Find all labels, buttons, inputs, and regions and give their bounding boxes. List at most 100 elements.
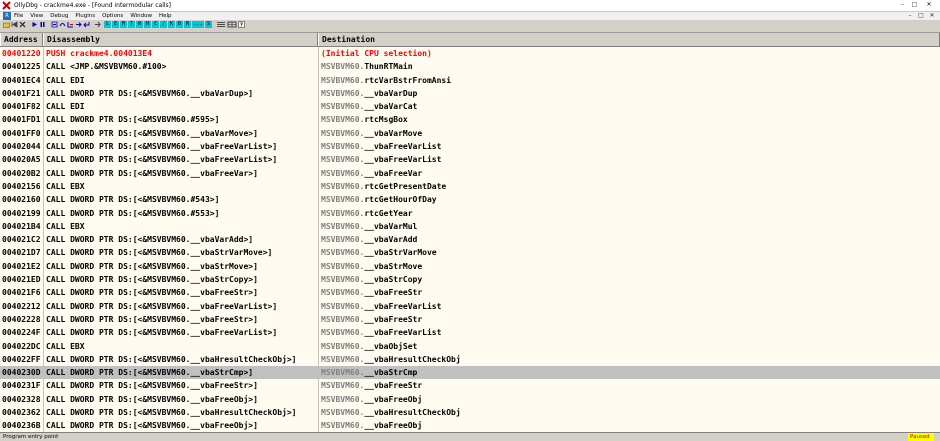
table-row[interactable]: 00402328 CALL DWORD PTR DS:[<&MSVBVM60.__… <box>0 393 940 406</box>
step-into-icon[interactable] <box>51 21 58 28</box>
table-row[interactable]: 0040231F CALL DWORD PTR DS:[<&MSVBVM60.__… <box>0 379 940 392</box>
title-bar: OllyDbg - crackme4.exe - [Found intermod… <box>0 0 940 12</box>
list-icon[interactable] <box>216 21 226 28</box>
maximize-button[interactable]: □ <box>910 1 919 9</box>
row-destination: MSVBVM60.__vbaFreeStr <box>321 286 921 299</box>
destination-function: (Initial CPU selection) <box>321 49 432 58</box>
table-row[interactable]: 00401220 PUSH crackme4.004013E4 (Initial C… <box>0 47 940 60</box>
table-row[interactable]: 00402228 CALL DWORD PTR DS:[<&MSVBVM60.__… <box>0 313 940 326</box>
run-icon[interactable] <box>31 21 38 28</box>
run-trace-window-button[interactable]: ... <box>192 21 204 28</box>
table-row[interactable]: 00402044 CALL DWORD PTR DS:[<&MSVBVM60.__… <box>0 140 940 153</box>
menu-help[interactable]: Help <box>159 12 172 20</box>
table-row[interactable]: 00401225 CALL <JMP.&MSVBVM60.#100> MSVBVM6… <box>0 60 940 73</box>
table-row[interactable]: 00401F82 CALL EDI MSVBVM60.__vbaVarCat <box>0 100 940 113</box>
table-row[interactable]: 004021F6 CALL DWORD PTR DS:[<&MSVBVM60.__… <box>0 286 940 299</box>
threads-window-button[interactable]: T <box>128 21 135 28</box>
destination-module: MSVBVM60. <box>321 235 365 245</box>
destination-function: __vbaHresultCheckObj <box>364 354 461 364</box>
minimize-button[interactable]: – <box>898 1 907 9</box>
close-window-button[interactable]: ✕ <box>922 1 936 9</box>
table-row[interactable]: 004020B2 CALL DWORD PTR DS:[<&MSVBVM60.__… <box>0 167 940 180</box>
table-row[interactable]: 004020A5 CALL DWORD PTR DS:[<&MSVBVM60.__… <box>0 153 940 166</box>
destination-module: MSVBVM60. <box>321 275 365 285</box>
destination-module: MSVBVM60. <box>321 408 365 418</box>
table-row[interactable]: 004021B4 CALL EBX MSVBVM60.__vbaVarMul <box>0 220 940 233</box>
table-row[interactable]: 00401FF0 CALL DWORD PTR DS:[<&MSVBVM60.__… <box>0 127 940 140</box>
table-row[interactable]: 00402156 CALL EBX MSVBVM60.rtcGetPresentDa… <box>0 180 940 193</box>
pause-icon[interactable] <box>39 21 46 28</box>
table-row[interactable]: 00402199 CALL DWORD PTR DS:[<&MSVBVM60.#5… <box>0 207 940 220</box>
table-row[interactable]: 00401EC4 CALL EDI MSVBVM60.rtcVarBstrFromA… <box>0 74 940 87</box>
modules-window-button[interactable]: E <box>112 21 119 28</box>
destination-module: MSVBVM60. <box>321 195 365 205</box>
table-row[interactable]: 00402212 CALL DWORD PTR DS:[<&MSVBVM60.__… <box>0 300 940 313</box>
destination-function: __vbaFreeVarList <box>364 328 442 338</box>
log-window-button[interactable]: L <box>104 21 111 28</box>
trace-over-icon[interactable] <box>75 21 82 28</box>
row-address: 0040231F <box>2 381 41 391</box>
table-row[interactable]: 0040236B CALL DWORD PTR DS:[<&MSVBVM60.__… <box>0 419 940 432</box>
row-address: 00402160 <box>2 195 41 205</box>
row-destination: MSVBVM60.__vbaFreeVarList <box>321 326 921 339</box>
windows-window-button[interactable]: W <box>136 21 143 28</box>
references-window-button[interactable]: R <box>184 21 191 28</box>
mdi-restore-button[interactable]: □ <box>917 12 925 20</box>
open-icon[interactable] <box>3 21 10 28</box>
table-row[interactable]: 00402160 CALL DWORD PTR DS:[<&MSVBVM60.#5… <box>0 193 940 206</box>
table-row[interactable]: 004022DC CALL EBX MSVBVM60.__vbaObjSet <box>0 340 940 353</box>
row-disassembly: CALL DWORD PTR DS:[<&MSVBVM60.__vbaVarMo… <box>46 128 258 138</box>
column-disassembly[interactable]: Disassembly <box>43 33 318 46</box>
table-row[interactable]: 004021E2 CALL DWORD PTR DS:[<&MSVBVM60.__… <box>0 260 940 273</box>
destination-module: MSVBVM60. <box>321 341 365 351</box>
row-address: 004021B4 <box>2 221 41 231</box>
menu-debug[interactable]: Debug <box>50 12 68 20</box>
close-icon[interactable] <box>19 21 26 28</box>
list-header: Address Disassembly Destination <box>0 33 940 47</box>
help-icon[interactable]: ? <box>238 21 245 28</box>
table-row[interactable]: 00402362 CALL DWORD PTR DS:[<&MSVBVM60.__… <box>0 406 940 419</box>
row-disassembly: CALL DWORD PTR DS:[<&MSVBVM60.__vbaFreeS… <box>46 288 258 298</box>
window-controls: – □ ✕ <box>898 1 936 9</box>
go-to-icon[interactable] <box>94 21 101 28</box>
table-row[interactable]: 004021ED CALL DWORD PTR DS:[<&MSVBVM60.__… <box>0 273 940 286</box>
row-address: 00402199 <box>2 208 41 218</box>
memory-window-button[interactable]: M <box>120 21 127 28</box>
patches-window-button[interactable]: / <box>160 21 167 28</box>
step-over-icon[interactable] <box>59 21 66 28</box>
svg-text:?: ? <box>240 23 243 28</box>
ollydbg-app-icon <box>2 1 11 10</box>
trace-into-icon[interactable] <box>67 21 74 28</box>
table-row[interactable]: 004022FF CALL DWORD PTR DS:[<&MSVBVM60.__… <box>0 353 940 366</box>
menu-options[interactable]: Options <box>102 12 123 20</box>
table-row[interactable]: 00401F21 CALL DWORD PTR DS:[<&MSVBVM60.__… <box>0 87 940 100</box>
restart-icon[interactable] <box>11 21 18 28</box>
row-disassembly: CALL DWORD PTR DS:[<&MSVBVM60.__vbaFreeS… <box>46 381 258 391</box>
breakpoints-window-button[interactable]: B <box>176 21 183 28</box>
call-stack-window-button[interactable]: K <box>168 21 175 28</box>
table-row[interactable]: 00401FD1 CALL DWORD PTR DS:[<&MSVBVM60.#5… <box>0 113 940 126</box>
menu-view[interactable]: View <box>30 12 43 20</box>
column-destination[interactable]: Destination <box>318 33 940 46</box>
intermodular-calls-list[interactable]: Address Disassembly Destination 00401220… <box>0 32 940 433</box>
mdi-minimize-button[interactable]: – <box>906 12 914 20</box>
column-address[interactable]: Address <box>0 33 43 46</box>
table-row[interactable]: 004021C2 CALL DWORD PTR DS:[<&MSVBVM60.__… <box>0 233 940 246</box>
execute-till-return-icon[interactable] <box>83 21 90 28</box>
source-window-button[interactable]: S <box>205 21 212 28</box>
handles-window-button[interactable]: H <box>144 21 151 28</box>
row-disassembly: CALL DWORD PTR DS:[<&MSVBVM60.__vbaStrVa… <box>46 248 273 258</box>
table-row[interactable]: 0040224F CALL DWORD PTR DS:[<&MSVBVM60.__… <box>0 326 940 339</box>
row-address: 004021F6 <box>2 288 41 298</box>
menu-plugins[interactable]: Plugins <box>75 12 95 20</box>
row-destination: MSVBVM60.__vbaStrMove <box>321 260 921 273</box>
cpu-window-button[interactable]: C <box>152 21 159 28</box>
row-address: 00401F21 <box>2 88 41 98</box>
mdi-child-icon[interactable]: R <box>3 12 11 20</box>
mdi-close-button[interactable]: ✕ <box>928 12 936 20</box>
menu-file[interactable]: File <box>14 12 23 20</box>
menu-window[interactable]: Window <box>130 12 152 20</box>
table-row[interactable]: 0040230D CALL DWORD PTR DS:[<&MSVBVM60.__… <box>0 366 940 380</box>
grid-icon[interactable] <box>227 21 237 28</box>
table-row[interactable]: 004021D7 CALL DWORD PTR DS:[<&MSVBVM60.__… <box>0 246 940 259</box>
